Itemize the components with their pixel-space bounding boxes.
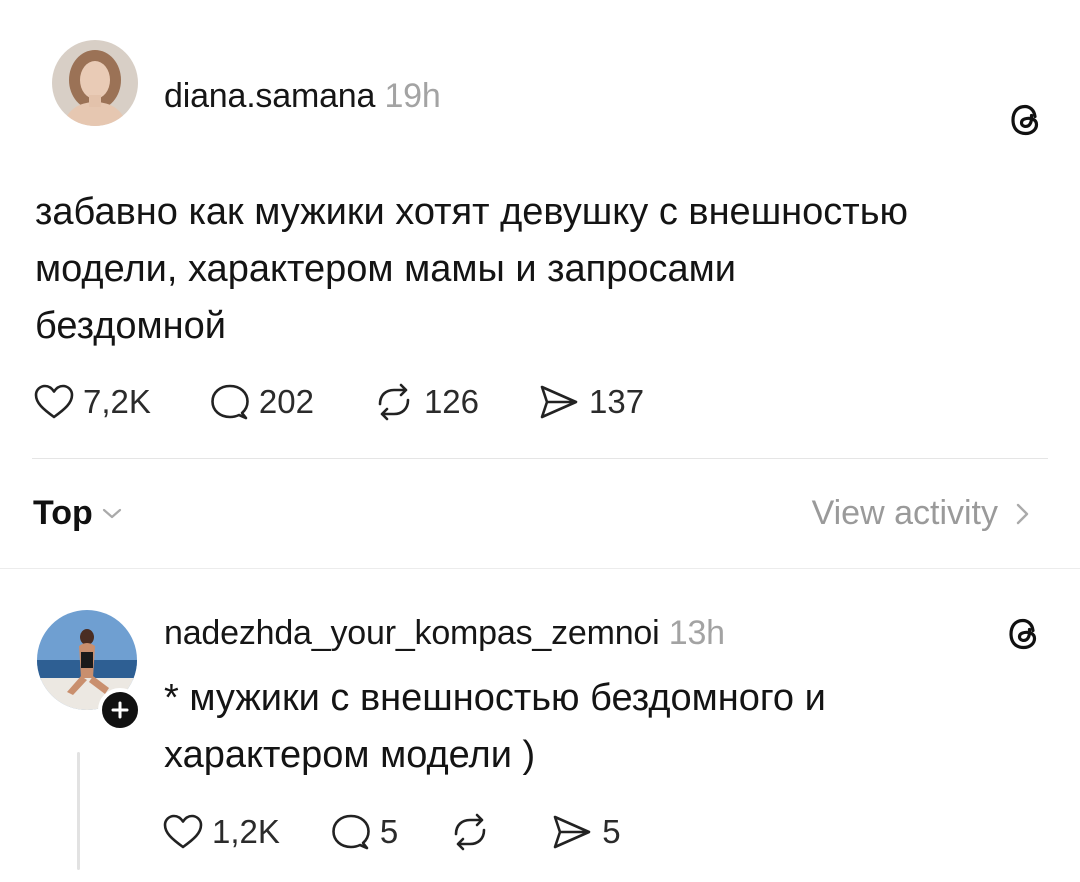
threads-logo-icon[interactable]	[1004, 98, 1048, 142]
reply-repost-button[interactable]	[448, 812, 500, 852]
reply-body: * мужики с внешностью бездомного и харак…	[164, 670, 1044, 784]
comment-bubble-icon	[332, 814, 370, 850]
post-text-line: модели, характером мамы и запросами	[35, 248, 736, 290]
share-count: 137	[589, 383, 645, 420]
reply-share-count: 5	[602, 813, 621, 850]
reply-text-line: * мужики с внешностью бездомного и	[164, 677, 826, 719]
section-divider	[0, 568, 1080, 569]
chevron-right-icon	[1016, 503, 1029, 524]
sort-label: Top	[33, 494, 93, 532]
avatar-photo	[52, 40, 138, 126]
repost-icon	[378, 383, 410, 421]
repost-count: 126	[423, 383, 480, 420]
chevron-down-icon	[102, 508, 121, 518]
sort-dropdown[interactable]: Top	[33, 494, 123, 533]
post-body: забавно как мужики хотят девушку с внешн…	[35, 184, 1045, 355]
reply-username[interactable]: nadezhda_your_kompas_zemnoi	[164, 614, 660, 652]
post-actions: 7,2K 202 126 137	[33, 382, 702, 422]
section-divider	[32, 458, 1048, 459]
reply-share-button[interactable]: 5	[550, 812, 621, 852]
reply-actions: 1,2K 5 5	[162, 812, 679, 852]
heart-icon	[163, 814, 203, 849]
paper-plane-icon	[553, 815, 591, 849]
post-timestamp: 19h	[384, 77, 441, 115]
view-activity-label: View activity	[811, 494, 998, 532]
author-avatar[interactable]	[52, 40, 138, 126]
reply-timestamp: 13h	[668, 614, 725, 652]
paper-plane-icon	[540, 385, 578, 419]
author-username[interactable]: diana.samana	[164, 77, 375, 115]
repost-icon	[454, 813, 486, 851]
reply-comment-button[interactable]: 5	[330, 812, 398, 852]
share-button[interactable]: 137	[537, 382, 644, 422]
comment-count: 202	[258, 383, 314, 420]
repost-button[interactable]: 126	[372, 382, 479, 422]
author-username-line: diana.samana 19h	[164, 77, 441, 116]
reply-like-button[interactable]: 1,2K	[162, 813, 280, 851]
post-text-line: забавно как мужики хотят девушку с внешн…	[35, 191, 908, 233]
reply-like-count: 1,2K	[212, 813, 280, 850]
comment-button[interactable]: 202	[209, 382, 314, 422]
reply-comment-count: 5	[379, 813, 399, 850]
reply-username-line: nadezhda_your_kompas_zemnoi 13h	[164, 614, 725, 653]
follow-button[interactable]	[98, 688, 142, 732]
comment-bubble-icon	[211, 384, 249, 420]
threads-logo-icon[interactable]	[1002, 612, 1046, 656]
like-button[interactable]: 7,2K	[33, 383, 151, 421]
thread-connector-line	[77, 752, 80, 870]
heart-icon	[34, 384, 74, 419]
view-activity-link[interactable]: View activity	[812, 494, 1032, 533]
plus-icon	[111, 701, 129, 719]
reply-text-line: характером модели )	[164, 734, 536, 776]
like-count: 7,2K	[83, 383, 151, 420]
post-text-line: бездомной	[35, 305, 227, 347]
